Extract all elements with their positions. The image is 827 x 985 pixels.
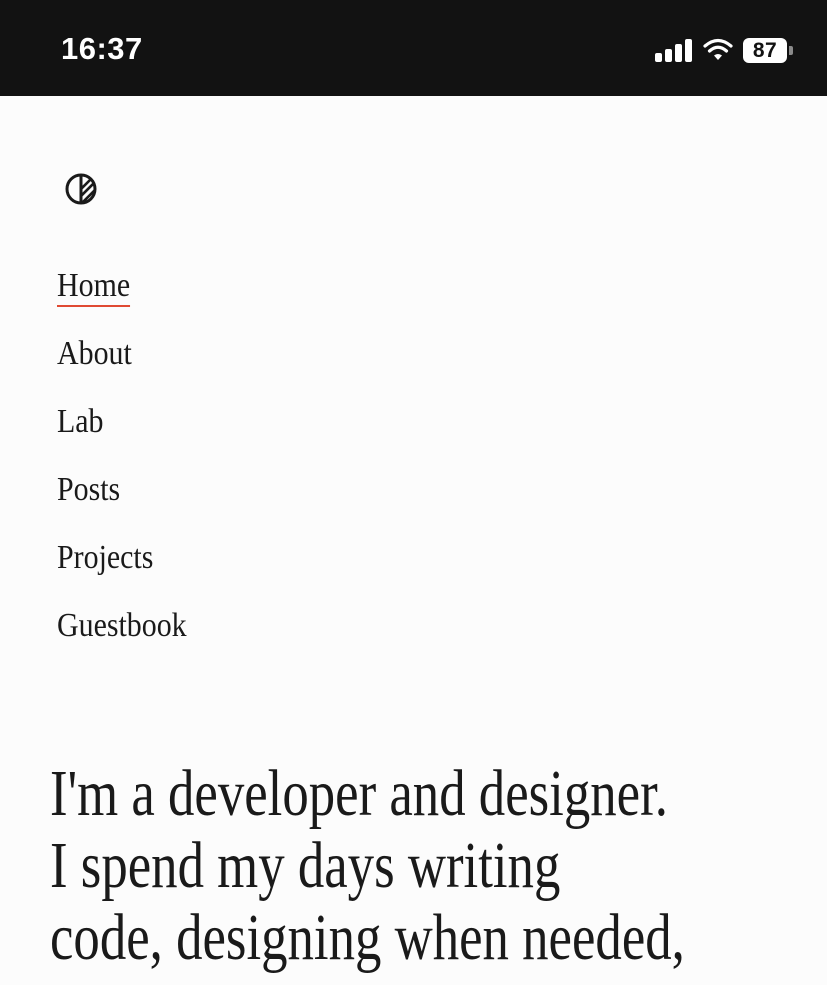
nav-item-about[interactable]: About xyxy=(57,330,187,398)
nav-item-label: Posts xyxy=(57,471,121,508)
wifi-icon xyxy=(703,38,733,60)
page: 16:37 87 Home About Lab Posts Projects G… xyxy=(0,0,827,985)
battery-cap xyxy=(789,45,793,55)
nav-item-lab[interactable]: Lab xyxy=(57,398,187,466)
main-nav: Home About Lab Posts Projects Guestbook xyxy=(57,262,204,670)
nav-item-label: Home xyxy=(57,267,131,307)
intro-line: I'm a developer and designer. xyxy=(50,757,668,830)
intro-heading: I'm a developer and designer. I spend my… xyxy=(50,758,770,974)
nav-item-label: Lab xyxy=(57,403,104,440)
nav-item-label: About xyxy=(57,335,132,372)
status-time: 16:37 xyxy=(61,31,143,66)
signal-icon xyxy=(655,39,692,62)
half-striped-circle-logo-icon[interactable] xyxy=(64,172,98,206)
intro-line: code, designing when needed, xyxy=(50,901,685,974)
status-icons: 87 xyxy=(655,35,793,65)
nav-item-label: Projects xyxy=(57,539,154,576)
battery-level: 87 xyxy=(743,37,787,63)
nav-item-guestbook[interactable]: Guestbook xyxy=(57,602,187,670)
battery-icon: 87 xyxy=(743,37,793,63)
nav-item-label: Guestbook xyxy=(57,607,187,644)
nav-item-projects[interactable]: Projects xyxy=(57,534,187,602)
nav-item-posts[interactable]: Posts xyxy=(57,466,187,534)
intro-line: I spend my days writing xyxy=(50,829,561,902)
nav-item-home[interactable]: Home xyxy=(57,262,187,330)
status-bar: 16:37 87 xyxy=(0,0,827,96)
